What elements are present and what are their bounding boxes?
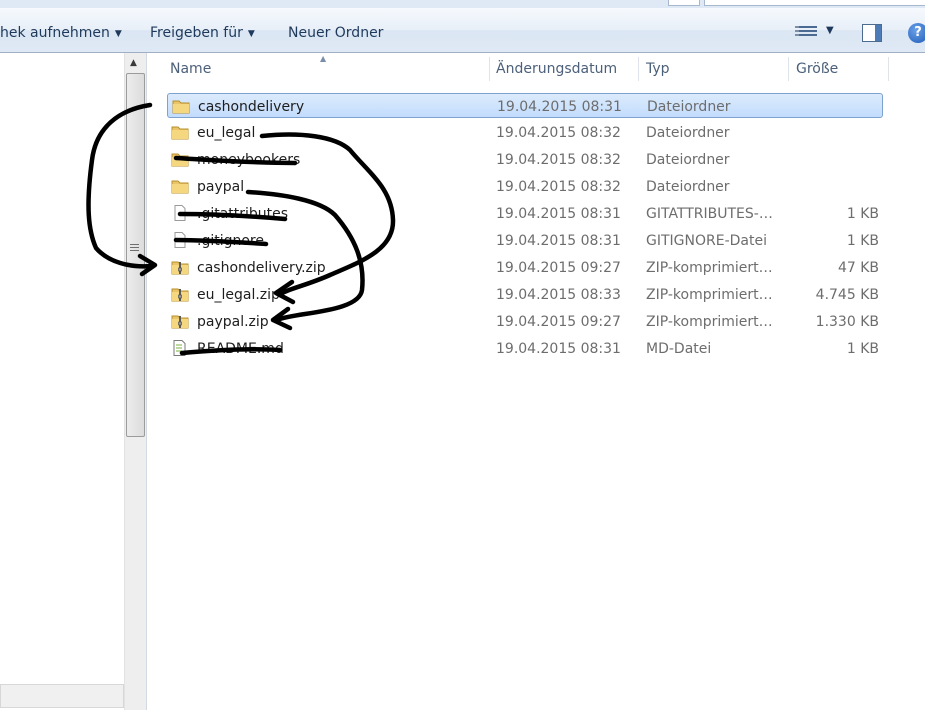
- file-row[interactable]: eu_legal 19.04.2015 08:32 Dateiordner: [167, 120, 883, 145]
- file-name: cashondelivery: [198, 99, 305, 115]
- file-row[interactable]: README.md 19.04.2015 08:31 MD-Datei 1 KB: [167, 336, 883, 361]
- file-date: 19.04.2015 08:32: [496, 125, 621, 141]
- file-list: ▲ Name Änderungsdatum Typ Größe cashonde…: [147, 53, 925, 710]
- file-date: 19.04.2015 08:32: [496, 179, 621, 195]
- file-type: Dateiordner: [647, 99, 731, 115]
- file-size: [787, 147, 879, 172]
- file-size: 1 KB: [846, 206, 879, 222]
- command-bar: hek aufnehmen ▼ Freigeben für ▼ Neuer Ordn…: [0, 8, 925, 53]
- file-date: 19.04.2015 08:33: [496, 287, 621, 303]
- column-divider[interactable]: [638, 57, 639, 81]
- file-name: .gitignore: [197, 233, 264, 249]
- file-date: 19.04.2015 08:32: [496, 152, 621, 168]
- file-size: 1.330 KB: [815, 314, 879, 330]
- zip-folder-icon: [171, 286, 189, 302]
- file-date: 19.04.2015 09:27: [496, 314, 621, 330]
- file-row[interactable]: cashondelivery.zip 19.04.2015 09:27 ZIP-ko…: [167, 255, 883, 280]
- new-folder-button[interactable]: Neuer Ordner: [288, 8, 383, 52]
- folder-icon: [171, 124, 189, 140]
- file-icon: [171, 232, 189, 248]
- file-name: paypal.zip: [197, 314, 269, 330]
- file-row[interactable]: eu_legal.zip 19.04.2015 08:33 ZIP-komprimi…: [167, 282, 883, 307]
- file-name: README.md: [197, 341, 284, 357]
- file-date: 19.04.2015 09:27: [496, 260, 621, 276]
- file-row[interactable]: paypal.zip 19.04.2015 09:27 ZIP-komprimier…: [167, 309, 883, 334]
- share-with-button[interactable]: Freigeben für ▼: [150, 8, 255, 52]
- zip-folder-icon: [171, 259, 189, 275]
- zip-folder-icon: [171, 313, 189, 329]
- column-header-row: ▲ Name Änderungsdatum Typ Größe: [147, 53, 925, 85]
- column-header-name[interactable]: Name: [170, 53, 211, 83]
- file-name: moneybookers: [197, 152, 301, 168]
- help-icon[interactable]: ?: [908, 23, 925, 43]
- file-size: 1 KB: [846, 341, 879, 357]
- file-size: [788, 94, 880, 119]
- column-header-type[interactable]: Typ: [646, 53, 670, 83]
- file-name: eu_legal.zip: [197, 287, 280, 303]
- include-in-library-button[interactable]: hek aufnehmen ▼: [0, 8, 122, 52]
- chevron-down-icon: ▼: [114, 29, 122, 39]
- scroll-up-arrow-icon[interactable]: ▲: [130, 58, 137, 68]
- view-options-chevron-icon[interactable]: ▼: [826, 25, 834, 36]
- file-name: .gitattributes: [197, 206, 289, 222]
- file-type: MD-Datei: [646, 341, 712, 357]
- sort-ascending-icon: ▲: [320, 54, 327, 63]
- column-divider[interactable]: [788, 57, 789, 81]
- file-type: ZIP-komprimierter...: [646, 260, 780, 276]
- file-type: GITATTRIBUTES-D...: [646, 206, 780, 222]
- file-name: paypal: [197, 179, 245, 195]
- search-box-edge[interactable]: [704, 0, 925, 6]
- navigation-pane: [0, 53, 124, 710]
- file-row[interactable]: .gitattributes 19.04.2015 08:31 GITATTRIBU…: [167, 201, 883, 226]
- file-size: 1 KB: [846, 233, 879, 249]
- details-view-icon[interactable]: [795, 26, 817, 40]
- file-type: Dateiordner: [646, 152, 730, 168]
- column-header-size[interactable]: Größe: [796, 53, 838, 83]
- folder-icon: [171, 178, 189, 194]
- file-type: ZIP-komprimierter...: [646, 287, 780, 303]
- file-icon: [171, 205, 189, 221]
- file-type: Dateiordner: [646, 125, 730, 141]
- file-date: 19.04.2015 08:31: [497, 99, 622, 115]
- file-row[interactable]: cashondelivery 19.04.2015 08:31 Dateiordne…: [167, 93, 883, 118]
- file-size: 47 KB: [837, 260, 879, 276]
- file-size: [787, 120, 879, 145]
- file-row[interactable]: moneybookers 19.04.2015 08:32 Dateiordner: [167, 147, 883, 172]
- file-type: Dateiordner: [646, 179, 730, 195]
- file-date: 19.04.2015 08:31: [496, 206, 621, 222]
- file-date: 19.04.2015 08:31: [496, 341, 621, 357]
- file-row[interactable]: paypal 19.04.2015 08:32 Dateiordner: [167, 174, 883, 199]
- nav-vertical-scrollbar[interactable]: ▲: [124, 53, 146, 710]
- text-file-icon: [171, 340, 189, 356]
- address-bar-edge: [0, 0, 925, 8]
- file-name: eu_legal: [197, 125, 256, 141]
- preview-pane-icon[interactable]: [862, 24, 882, 42]
- grip-icon: [130, 244, 139, 253]
- file-size: 4.745 KB: [815, 287, 879, 303]
- chevron-down-icon: ▼: [247, 29, 255, 39]
- file-type: GITIGNORE-Datei: [646, 233, 767, 249]
- file-row[interactable]: .gitignore 19.04.2015 08:31 GITIGNORE-Date…: [167, 228, 883, 253]
- column-header-date[interactable]: Änderungsdatum: [496, 53, 617, 83]
- file-name: cashondelivery.zip: [197, 260, 326, 276]
- address-dropdown-edge[interactable]: [668, 0, 700, 6]
- file-date: 19.04.2015 08:31: [496, 233, 621, 249]
- scrollbar-thumb[interactable]: [126, 73, 145, 437]
- column-divider[interactable]: [888, 57, 889, 81]
- column-divider[interactable]: [489, 57, 490, 81]
- folder-icon: [172, 98, 190, 114]
- nav-horizontal-scrollbar[interactable]: [0, 684, 124, 708]
- file-type: ZIP-komprimierter...: [646, 314, 780, 330]
- file-size: [787, 174, 879, 199]
- folder-icon: [171, 151, 189, 167]
